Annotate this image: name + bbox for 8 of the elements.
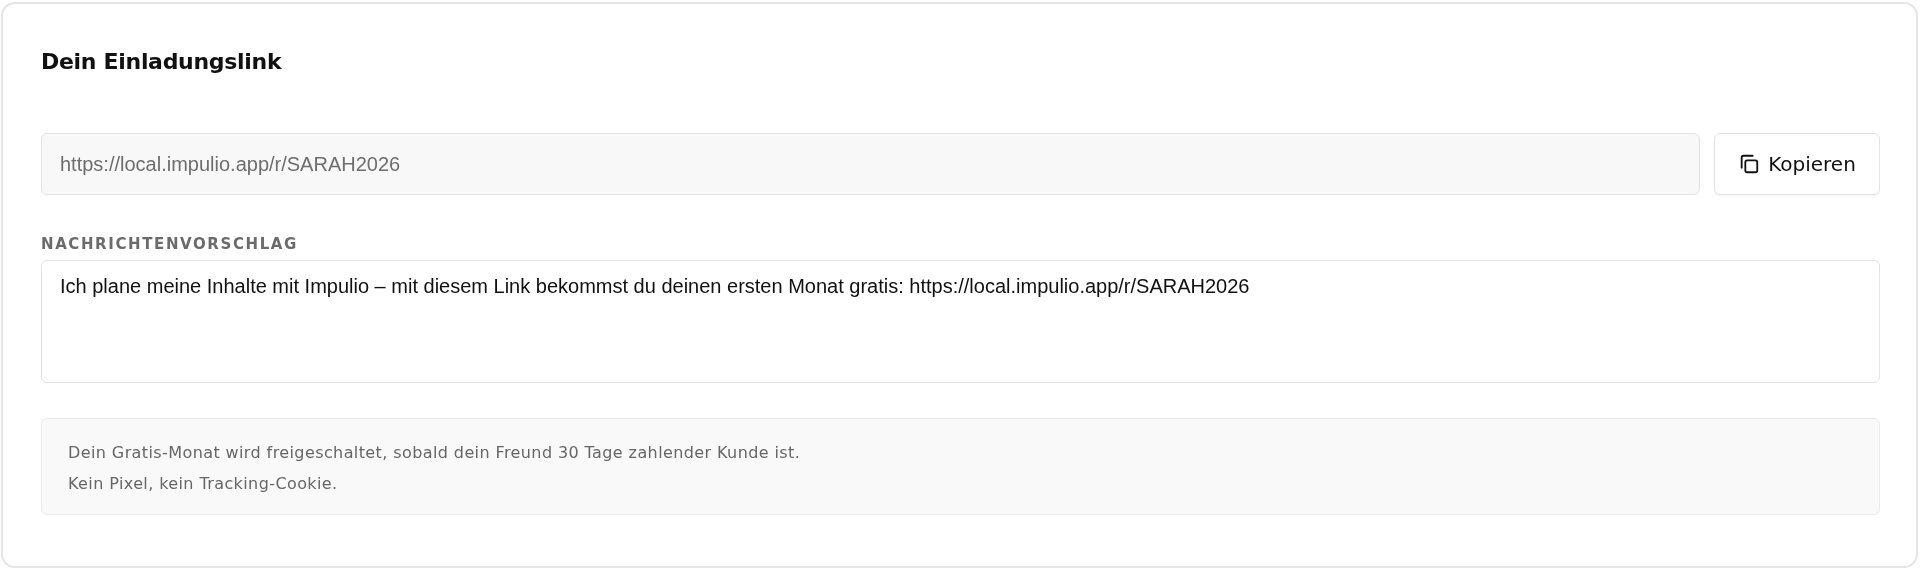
card-title: Dein Einladungslink bbox=[41, 48, 283, 76]
field-label: NACHRICHTENVORSCHLAG bbox=[41, 234, 299, 254]
info-text: Kein Pixel, kein Tracking-Cookie. bbox=[68, 473, 338, 495]
copy-button[interactable]: Kopieren bbox=[1714, 133, 1880, 195]
link-field[interactable]: https://local.impulio.app/r/SARAH2026 bbox=[41, 133, 1700, 195]
info-text: Dein Gratis-Monat wird freigeschaltet, sobald dein Freund 30 Tage zahlender Kunde ist. bbox=[68, 442, 801, 464]
message-field[interactable]: Ich plane meine Inhalte mit Impulio – mit diesem Link bekommst du deinen ersten Monat gratis: https://local.impulio.app/r/SARAH2026 bbox=[41, 260, 1880, 383]
copy-icon bbox=[1738, 153, 1761, 175]
